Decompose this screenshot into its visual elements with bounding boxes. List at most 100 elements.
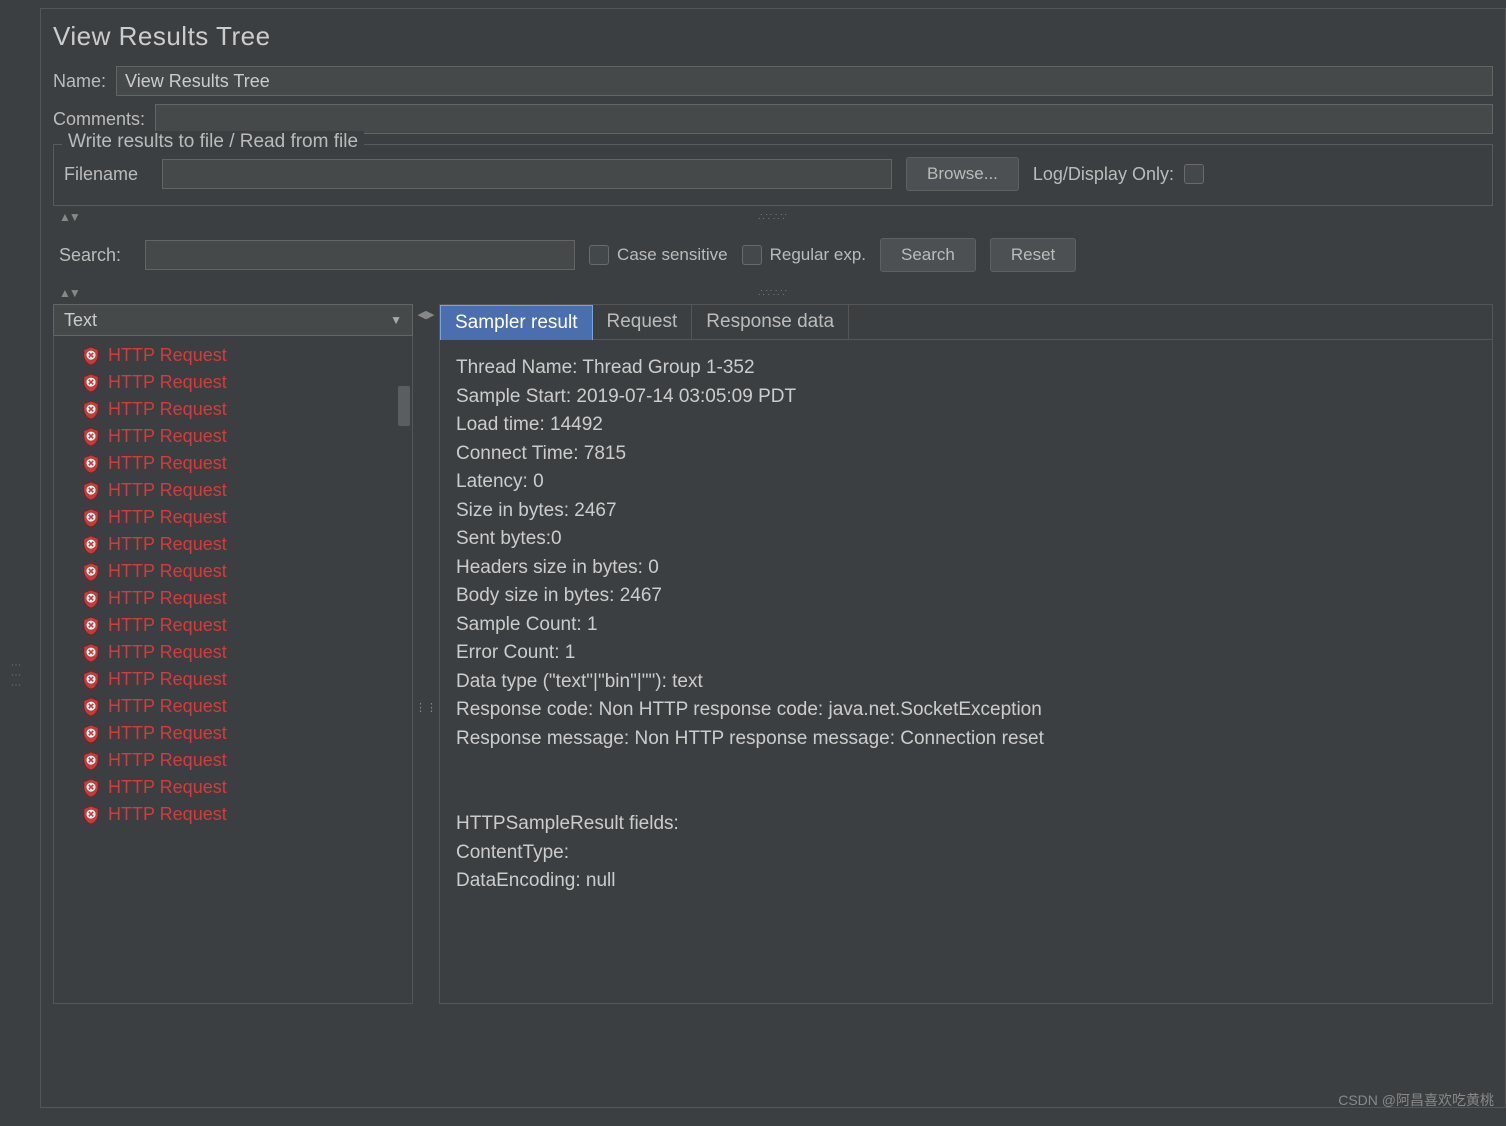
filename-input[interactable] — [162, 159, 892, 189]
error-shield-icon — [82, 373, 100, 393]
tree-item[interactable]: HTTP Request — [54, 342, 412, 369]
vertical-splitter[interactable]: ◀▶ ⋮⋮ — [419, 304, 433, 1004]
sampler-result-body: Thread Name: Thread Group 1-352 Sample S… — [440, 340, 1492, 1003]
error-shield-icon — [82, 724, 100, 744]
tree-item[interactable]: HTTP Request — [54, 396, 412, 423]
error-shield-icon — [82, 454, 100, 474]
splitter-grip-icon: ⋮⋮ — [415, 701, 437, 714]
tab-request[interactable]: Request — [593, 305, 693, 339]
splitter-grip-icon: ∴∵∴∵ — [758, 212, 787, 223]
error-shield-icon — [82, 778, 100, 798]
tree-item[interactable]: HTTP Request — [54, 693, 412, 720]
dropdown-value: Text — [64, 310, 97, 331]
tree-item-label: HTTP Request — [108, 507, 227, 528]
tree-item-label: HTTP Request — [108, 345, 227, 366]
tree-item[interactable]: HTTP Request — [54, 720, 412, 747]
scrollbar-thumb[interactable] — [398, 386, 410, 426]
comments-row: Comments: — [53, 104, 1493, 134]
logdisplay-label: Log/Display Only: — [1033, 164, 1174, 185]
tree-item-label: HTTP Request — [108, 723, 227, 744]
error-shield-icon — [82, 589, 100, 609]
tree-item[interactable]: HTTP Request — [54, 558, 412, 585]
chevron-down-icon: ▼ — [390, 313, 402, 327]
tree-item-label: HTTP Request — [108, 696, 227, 717]
error-shield-icon — [82, 346, 100, 366]
tree-item[interactable]: HTTP Request — [54, 747, 412, 774]
tree-item-label: HTTP Request — [108, 534, 227, 555]
comments-label: Comments: — [53, 109, 145, 130]
search-row: Search: Case sensitive Regular exp. Sear… — [53, 228, 1493, 282]
case-sensitive-checkbox[interactable] — [589, 245, 609, 265]
name-row: Name: — [53, 66, 1493, 96]
tree-item[interactable]: HTTP Request — [54, 639, 412, 666]
tree-item[interactable]: HTTP Request — [54, 504, 412, 531]
tree-item[interactable]: HTTP Request — [54, 531, 412, 558]
error-shield-icon — [82, 670, 100, 690]
error-shield-icon — [82, 427, 100, 447]
error-shield-icon — [82, 481, 100, 501]
name-input[interactable] — [116, 66, 1493, 96]
comments-input[interactable] — [155, 104, 1493, 134]
search-label: Search: — [59, 245, 121, 266]
error-shield-icon — [82, 751, 100, 771]
case-sensitive-label: Case sensitive — [617, 245, 728, 265]
tree-item-label: HTTP Request — [108, 399, 227, 420]
tree-item[interactable]: HTTP Request — [54, 774, 412, 801]
error-shield-icon — [82, 535, 100, 555]
left-splitter-grip[interactable]: ⋮⋮⋮ — [10, 660, 21, 690]
tree-item[interactable]: HTTP Request — [54, 612, 412, 639]
error-shield-icon — [82, 400, 100, 420]
splitter-arrows-icon: ▲▼ — [59, 286, 79, 300]
splitter-arrows-icon: ▲▼ — [59, 210, 79, 224]
tree-item[interactable]: HTTP Request — [54, 585, 412, 612]
splitter-grip-icon: ∴∵∴∵ — [758, 288, 787, 299]
results-tree[interactable]: HTTP Request HTTP Request HTTP Request HTTP… — [53, 336, 413, 1004]
file-legend: Write results to file / Read from file — [62, 131, 364, 153]
tree-item-label: HTTP Request — [108, 372, 227, 393]
tree-item-label: HTTP Request — [108, 615, 227, 636]
splitter-bar-2[interactable]: ▲▼ ∴∵∴∵ — [53, 286, 1493, 300]
search-button[interactable]: Search — [880, 238, 976, 272]
tree-item-label: HTTP Request — [108, 453, 227, 474]
splitter-arrows-icon: ◀▶ — [418, 308, 435, 321]
regex-label: Regular exp. — [770, 245, 866, 265]
result-tabs: Sampler result Request Response data — [440, 305, 1492, 340]
tab-sampler-result[interactable]: Sampler result — [440, 305, 593, 340]
left-pane: Text ▼ HTTP RequestHTTP RequestHTTP Requ… — [53, 304, 413, 1004]
browse-button[interactable]: Browse... — [906, 157, 1019, 191]
main-panel: View Results Tree Name: Comments: Write … — [40, 8, 1506, 1108]
watermark: CSDN @阿昌喜欢吃黄桃 — [1338, 1090, 1494, 1110]
error-shield-icon — [82, 643, 100, 663]
tab-response-data[interactable]: Response data — [692, 305, 849, 339]
tree-item-label: HTTP Request — [108, 480, 227, 501]
renderer-dropdown[interactable]: Text ▼ — [53, 304, 413, 336]
error-shield-icon — [82, 616, 100, 636]
tree-item-label: HTTP Request — [108, 777, 227, 798]
logdisplay-checkbox[interactable] — [1184, 164, 1204, 184]
tree-item-label: HTTP Request — [108, 750, 227, 771]
tree-item[interactable]: HTTP Request — [54, 450, 412, 477]
tree-item[interactable]: HTTP Request — [54, 477, 412, 504]
right-pane: Sampler result Request Response data Thr… — [439, 304, 1493, 1004]
error-shield-icon — [82, 697, 100, 717]
tree-item-label: HTTP Request — [108, 588, 227, 609]
filename-label: Filename — [64, 164, 138, 185]
tree-item-label: HTTP Request — [108, 804, 227, 825]
search-input[interactable] — [145, 240, 575, 270]
tree-item[interactable]: HTTP Request — [54, 666, 412, 693]
regex-checkbox[interactable] — [742, 245, 762, 265]
error-shield-icon — [82, 508, 100, 528]
tree-item[interactable]: HTTP Request — [54, 369, 412, 396]
file-fieldset: Write results to file / Read from file F… — [53, 144, 1493, 206]
tree-item-label: HTTP Request — [108, 561, 227, 582]
tree-item-label: HTTP Request — [108, 642, 227, 663]
error-shield-icon — [82, 805, 100, 825]
tree-item-label: HTTP Request — [108, 426, 227, 447]
splitter-bar-1[interactable]: ▲▼ ∴∵∴∵ — [53, 210, 1493, 224]
tree-item[interactable]: HTTP Request — [54, 801, 412, 828]
tree-item[interactable]: HTTP Request — [54, 423, 412, 450]
error-shield-icon — [82, 562, 100, 582]
reset-button[interactable]: Reset — [990, 238, 1076, 272]
name-label: Name: — [53, 71, 106, 92]
page-title: View Results Tree — [53, 21, 1493, 52]
